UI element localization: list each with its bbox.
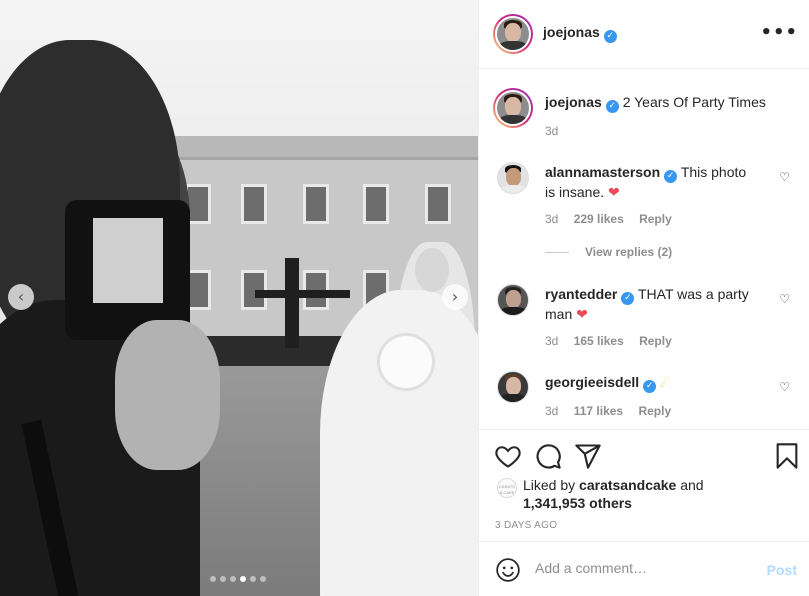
- commenter-avatar[interactable]: [497, 284, 529, 316]
- slide-dot: [230, 576, 236, 582]
- chateau-window: [303, 184, 329, 224]
- bookmark-icon[interactable]: [773, 442, 801, 470]
- light-rig: [285, 258, 299, 348]
- liked-by-prefix: Liked by: [523, 477, 576, 493]
- liked-by: Liked by caratsandcake and 1,341,953 oth…: [523, 476, 704, 512]
- camera-screen: [93, 218, 163, 303]
- post-actions: CARATS & CAKE Liked by caratsandcake and…: [479, 429, 809, 541]
- red-heart-icon: ❤: [576, 307, 588, 323]
- author-name-row: joejonas ✓: [543, 24, 617, 43]
- chateau-roof: [163, 136, 478, 160]
- verified-icon: ✓: [643, 380, 657, 393]
- liker-avatar[interactable]: CARATS & CAKE: [497, 478, 517, 498]
- liked-by-and: and: [680, 477, 704, 493]
- post-comment-button[interactable]: Post: [767, 562, 797, 578]
- verified-icon: ✓: [664, 170, 678, 183]
- chateau-window: [363, 184, 389, 224]
- commenter-avatar[interactable]: [497, 162, 529, 194]
- slide-dot: [250, 576, 256, 582]
- post-sidebar: joejonas ✓ ••• joejonas ✓ 2 Years Of Party…: [478, 0, 809, 596]
- comment-username[interactable]: georgieeisdell: [545, 374, 639, 390]
- comment-text: THAT was a party: [638, 286, 749, 302]
- post-timestamp[interactable]: 3 DAYS AGO: [495, 520, 557, 531]
- caption-text: 2 Years Of Party Times: [622, 94, 766, 110]
- comment-likes[interactable]: 117 likes: [574, 404, 623, 418]
- comment-meta: 3d 229 likes Reply: [545, 212, 684, 226]
- post-photo[interactable]: ‹ ›: [0, 0, 478, 596]
- chateau-window: [425, 184, 451, 224]
- comments-list: joejonas ✓ 2 Years Of Party Times 3d alan…: [479, 70, 809, 430]
- comment-input[interactable]: [535, 560, 755, 576]
- comment-username[interactable]: ryantedder: [545, 286, 617, 302]
- verified-icon: ✓: [605, 100, 619, 113]
- bouquet: [380, 336, 432, 388]
- liker-username[interactable]: caratsandcake: [579, 477, 676, 493]
- replies-divider: [545, 252, 569, 254]
- comment-text: This photo: [680, 164, 747, 180]
- comment: alannamasterson ✓ This photo is insane. ❤: [545, 163, 775, 202]
- comment-username[interactable]: alannamasterson: [545, 164, 660, 180]
- share-icon[interactable]: [574, 442, 602, 470]
- verified-icon: ✓: [603, 30, 617, 43]
- comment-text: man: [545, 306, 573, 322]
- comment-time[interactable]: 3d: [545, 212, 558, 226]
- slide-dot: [220, 576, 226, 582]
- slide-dot: [260, 576, 266, 582]
- slide-indicator: [210, 576, 266, 582]
- emoji-icon[interactable]: [495, 557, 521, 583]
- caption-meta: 3d: [545, 124, 570, 138]
- reply-button[interactable]: Reply: [639, 334, 672, 348]
- more-icon[interactable]: •••: [760, 22, 798, 43]
- heart-icon[interactable]: [494, 442, 522, 470]
- comment: ryantedder ✓ THAT was a party man ❤: [545, 285, 775, 324]
- slide-dot: [210, 576, 216, 582]
- post-header: joejonas ✓ •••: [479, 0, 809, 69]
- light-rig-bar: [255, 290, 350, 298]
- comment-time[interactable]: 3d: [545, 334, 558, 348]
- verified-icon: ✓: [621, 292, 635, 305]
- comment-meta: 3d 165 likes Reply: [545, 334, 684, 348]
- comment-likes[interactable]: 165 likes: [574, 334, 624, 348]
- view-replies-button[interactable]: View replies (2): [545, 245, 672, 259]
- slide-dot-active: [240, 576, 246, 582]
- caption: joejonas ✓ 2 Years Of Party Times: [545, 93, 775, 113]
- like-comment-icon[interactable]: ♡: [779, 170, 790, 184]
- dizzy-emoji-icon: ☄: [660, 376, 671, 390]
- previous-slide-button[interactable]: ‹: [8, 284, 34, 310]
- red-heart-icon: ❤: [608, 185, 620, 201]
- author-username[interactable]: joejonas: [543, 24, 600, 40]
- caption-avatar[interactable]: [493, 88, 533, 128]
- like-comment-icon[interactable]: ♡: [779, 380, 790, 394]
- like-comment-icon[interactable]: ♡: [779, 292, 790, 306]
- comment: georgieeisdell ✓ ☄: [545, 373, 775, 393]
- comment-time[interactable]: 3d: [545, 404, 558, 418]
- comment-meta: 3d 117 likes Reply: [545, 404, 683, 418]
- comment-likes[interactable]: 229 likes: [574, 212, 624, 226]
- next-slide-button[interactable]: ›: [442, 284, 468, 310]
- author-avatar[interactable]: [493, 14, 533, 54]
- bride-head: [415, 248, 449, 292]
- view-replies-label: View replies (2): [585, 245, 673, 259]
- add-comment-bar: Post: [479, 541, 809, 596]
- chateau-window: [241, 184, 267, 224]
- likes-count[interactable]: 1,341,953 others: [523, 495, 632, 511]
- caption-time[interactable]: 3d: [545, 124, 558, 138]
- reply-button[interactable]: Reply: [639, 212, 672, 226]
- photographer-hand: [115, 320, 220, 470]
- comment-icon[interactable]: [534, 442, 562, 470]
- commenter-avatar[interactable]: [497, 371, 529, 403]
- caption-username[interactable]: joejonas: [545, 94, 602, 110]
- reply-button[interactable]: Reply: [638, 404, 671, 418]
- comment-text: is insane.: [545, 184, 605, 200]
- camera: [65, 200, 190, 340]
